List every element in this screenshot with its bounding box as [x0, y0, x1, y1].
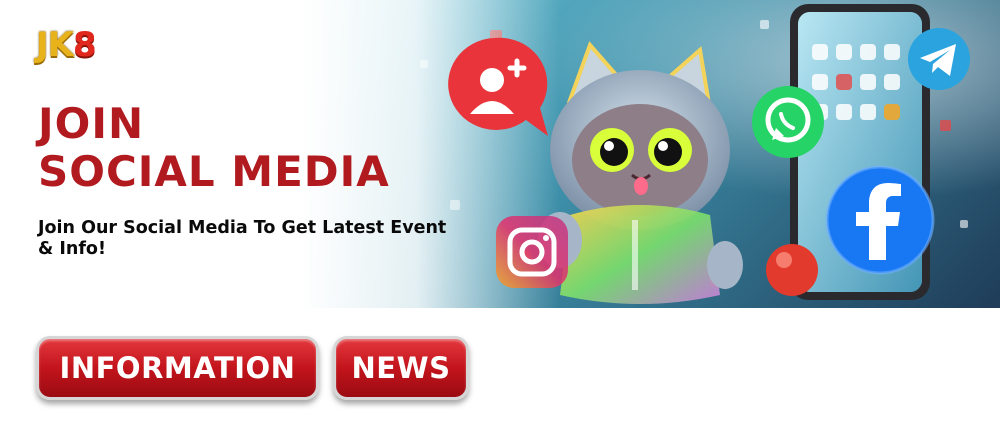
logo-prefix: JK — [36, 25, 74, 65]
hero-banner: JK 8 JOIN SOCIAL MEDIA Join Our Social Me… — [0, 0, 1000, 308]
information-button[interactable]: INFORMATION — [36, 336, 319, 400]
facebook-icon — [825, 165, 935, 275]
brand-logo: JK 8 — [36, 22, 97, 68]
news-button[interactable]: NEWS — [333, 336, 469, 400]
decor-ball — [766, 244, 818, 296]
title-line-2: SOCIAL MEDIA — [38, 147, 390, 196]
title-line-1: JOIN — [38, 99, 145, 148]
whatsapp-icon — [752, 86, 824, 158]
add-user-icon — [448, 37, 548, 137]
telegram-icon — [908, 28, 970, 90]
instagram-icon — [496, 216, 568, 288]
banner-subtitle: Join Our Social Media To Get Latest Even… — [38, 218, 447, 259]
logo-suffix: 8 — [73, 25, 97, 65]
page-title: JOIN SOCIAL MEDIA — [38, 100, 390, 196]
